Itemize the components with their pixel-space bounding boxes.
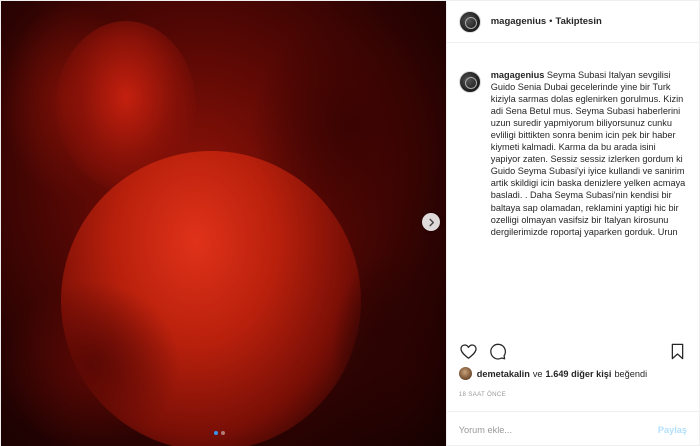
caption: magagenius Seyma Subasi Italyan sevgilis… [491, 69, 687, 238]
carousel-next-button[interactable] [422, 213, 440, 231]
post-media[interactable] [1, 1, 446, 446]
follow-status[interactable]: Takiptesin [555, 16, 601, 27]
carousel-indicator [214, 431, 225, 435]
like-button[interactable] [459, 342, 478, 361]
post-timestamp[interactable]: 18 SAAT ÖNCE [459, 391, 506, 398]
comments-area: magagenius Seyma Subasi Italyan sevgilis… [447, 43, 699, 301]
likes-conjunction: ve [532, 368, 543, 379]
instagram-post: magagenius • Takiptesin magagenius Seyma… [0, 0, 700, 446]
post-side-panel: magagenius • Takiptesin magagenius Seyma… [445, 1, 699, 446]
post-header: magagenius • Takiptesin [446, 1, 699, 43]
likes-verb: beğendi [614, 368, 648, 379]
liker-username[interactable]: demetakalin [477, 369, 530, 379]
save-button[interactable] [668, 342, 687, 361]
chevron-right-icon [428, 218, 434, 226]
header-username[interactable]: magagenius [491, 16, 546, 27]
likes-count[interactable]: 1.649 diğer kişi [546, 369, 612, 379]
add-comment-box: Paylaş [446, 411, 699, 446]
comment-input[interactable] [458, 424, 658, 435]
comment-icon [489, 343, 506, 359]
comment-button[interactable] [488, 342, 507, 361]
caption-avatar[interactable] [458, 71, 481, 93]
carousel-dot [221, 431, 225, 435]
caption-username[interactable]: magagenius [491, 70, 545, 80]
avatar[interactable] [458, 10, 481, 33]
heart-icon [460, 343, 477, 359]
caption-text: Seyma Subasi Italyan sevgilisi Guido Sen… [490, 70, 686, 237]
photo-region [331, 251, 446, 446]
header-separator: • [549, 16, 553, 27]
likes-summary: demetakalin ve 1.649 diğer kişi beğendi [458, 367, 691, 380]
photo-region [1, 281, 181, 446]
bookmark-icon [671, 343, 684, 359]
post-comment-button[interactable]: Paylaş [658, 425, 687, 435]
carousel-dot [214, 431, 218, 435]
liker-avatar[interactable] [458, 367, 472, 380]
action-bar [459, 340, 687, 362]
